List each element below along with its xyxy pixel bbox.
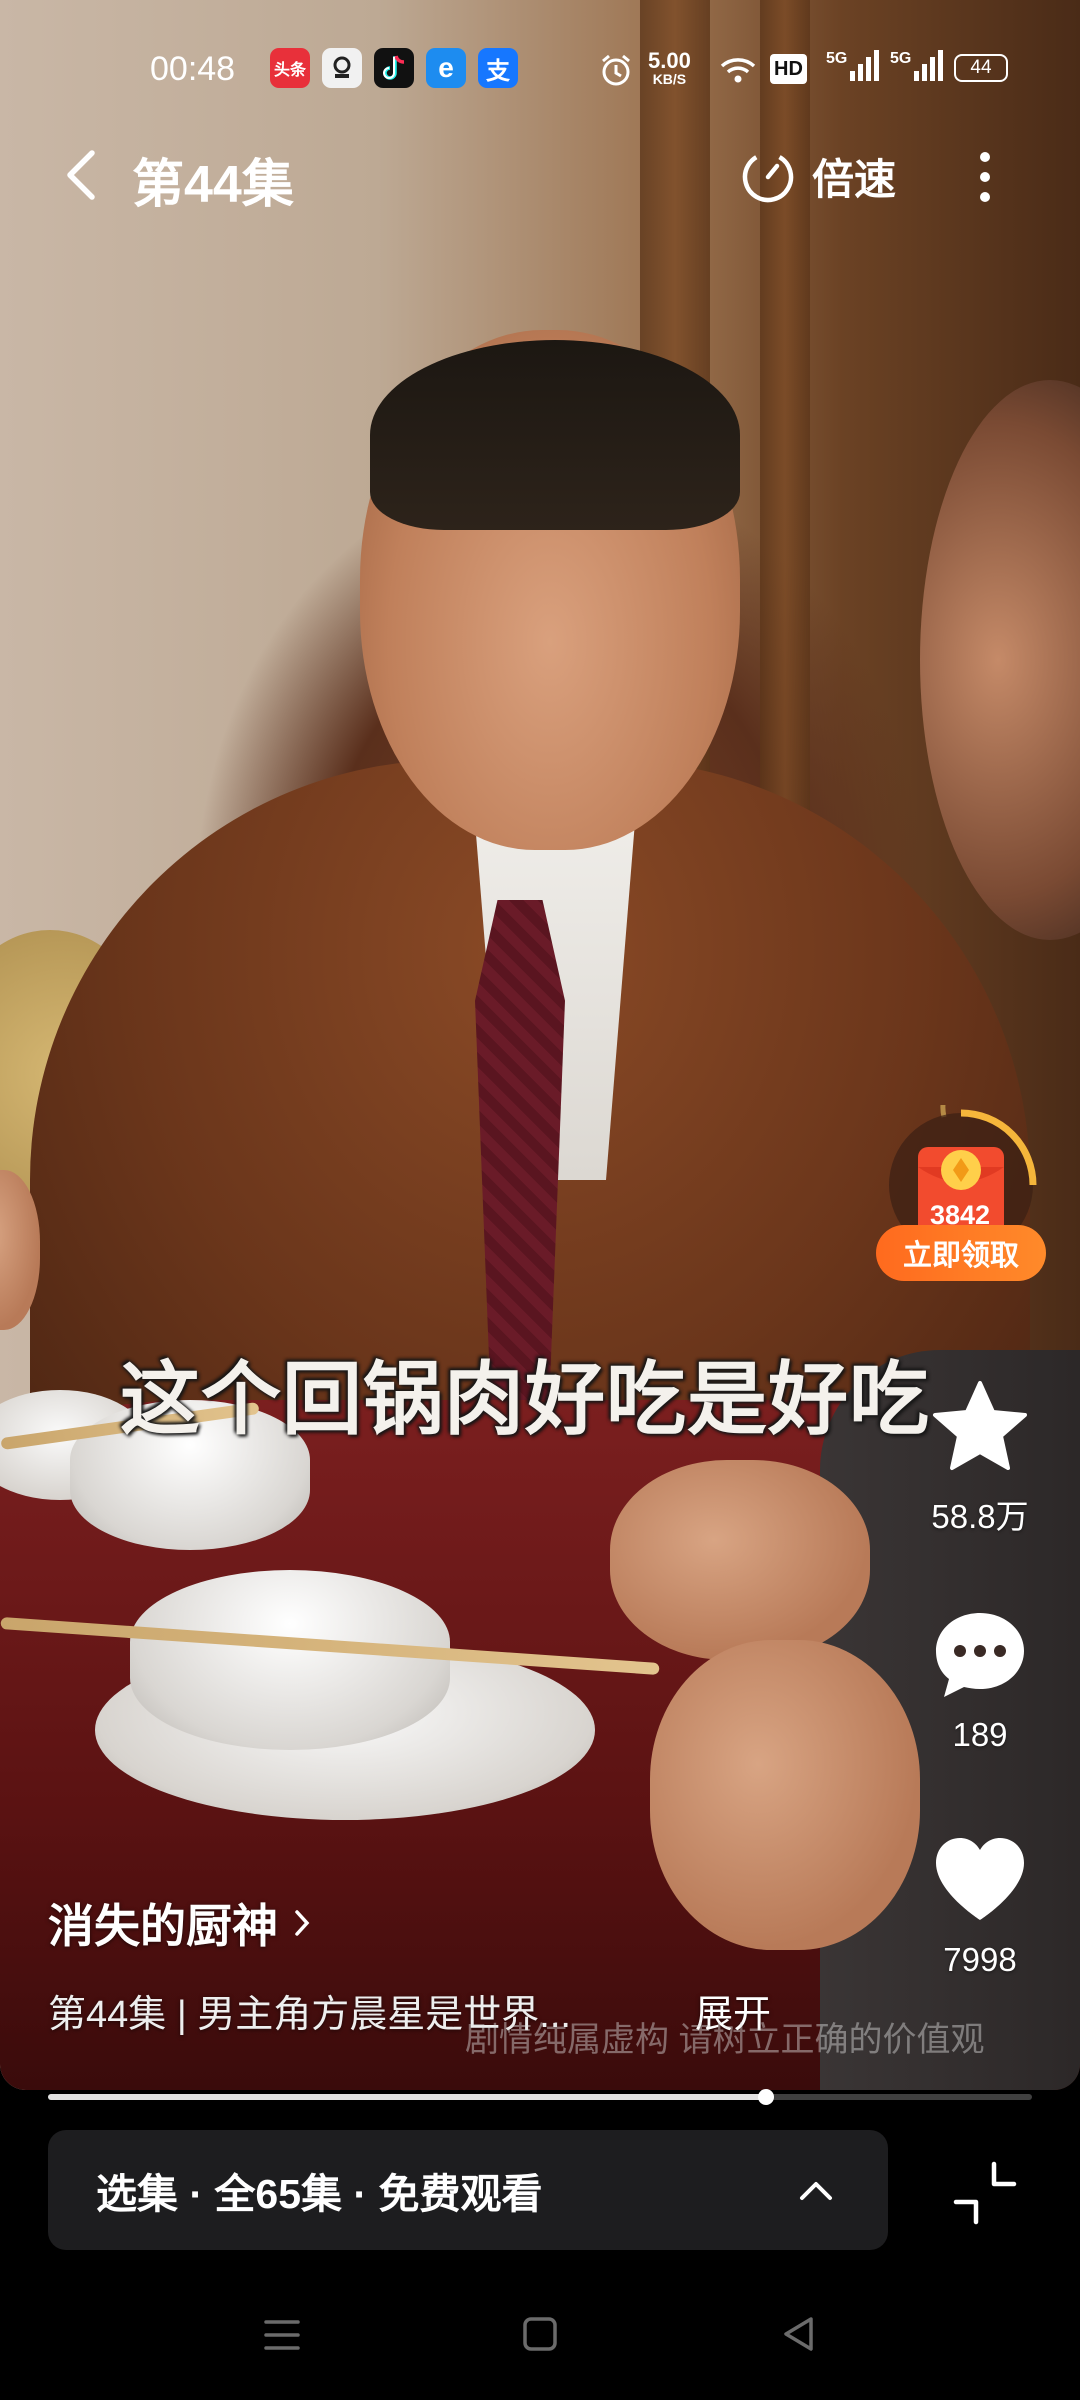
heart-icon <box>936 1838 1024 1920</box>
progress-bar[interactable] <box>48 2089 1032 2105</box>
claim-reward-button[interactable]: 立即领取 <box>876 1225 1046 1281</box>
episode-selector[interactable]: 选集 · 全65集 · 免费观看 <box>48 2130 888 2250</box>
comment-bubble-icon <box>936 1613 1024 1697</box>
side-person-head <box>920 380 1080 940</box>
video-subtitle: 这个回锅肉好吃是好吃 <box>120 1355 930 1444</box>
browser-app-icon: e <box>426 48 466 88</box>
progress-knob[interactable] <box>758 2089 775 2105</box>
hand <box>650 1640 920 1950</box>
battery-icon: 44 <box>954 54 1008 82</box>
bowl <box>130 1570 450 1750</box>
episode-title: 第44集 <box>132 156 294 214</box>
progress-fill <box>48 2094 767 2100</box>
alarm-icon <box>602 54 630 86</box>
speedometer-icon <box>742 151 794 202</box>
status-bar: 00:48 头条 e 支 5.00 KB/S HD 5G 5G 44 <box>0 44 1080 100</box>
like-count: 7998 <box>943 1941 1017 1978</box>
chevron-right-icon <box>295 1910 310 1936</box>
favorite-button[interactable]: 58.8万 <box>910 1375 1050 1538</box>
signal-icon-2: 5G <box>890 50 944 81</box>
chevron-up-icon <box>800 2182 832 2200</box>
like-button[interactable]: 7998 <box>910 1830 1050 1979</box>
episode-selector-label: 选集 · 全65集 · 免费观看 <box>96 2171 543 2217</box>
favorite-count: 58.8万 <box>931 1498 1029 1535</box>
comment-button[interactable]: 189 <box>910 1605 1050 1754</box>
disclaimer-text: 剧情纯属虚构 请树立正确的价值观 <box>465 2021 985 2059</box>
system-nav-bar <box>0 2300 1080 2370</box>
video-player[interactable] <box>0 0 1080 2090</box>
speed-label: 倍速 <box>812 156 897 203</box>
back-arrow-icon[interactable] <box>58 145 108 205</box>
actor-hair <box>370 340 740 530</box>
xiaoyuan-app-icon <box>322 48 362 88</box>
home-icon[interactable] <box>520 2314 560 2354</box>
comment-count: 189 <box>952 1716 1008 1753</box>
hd-badge: HD <box>770 54 807 84</box>
douyin-app-icon <box>374 48 414 88</box>
star-icon <box>933 1381 1027 1470</box>
toutiao-app-icon: 头条 <box>270 48 310 88</box>
exit-fullscreen-icon[interactable] <box>950 2158 1020 2228</box>
hand <box>610 1460 870 1660</box>
back-triangle-icon[interactable] <box>778 2314 818 2354</box>
status-time: 00:48 <box>150 50 236 88</box>
alipay-app-icon: 支 <box>478 48 518 88</box>
playback-speed-button[interactable]: 倍速 <box>740 146 896 207</box>
show-name: 消失的厨神 <box>48 1900 278 1952</box>
signal-icon-1: 5G <box>826 50 880 81</box>
net-speed: 5.00 KB/S <box>648 48 691 87</box>
wifi-icon <box>720 58 756 83</box>
menu-icon[interactable] <box>262 2316 302 2354</box>
more-options-icon[interactable] <box>975 150 995 204</box>
show-name-link[interactable]: 消失的厨神 <box>48 1890 312 1956</box>
